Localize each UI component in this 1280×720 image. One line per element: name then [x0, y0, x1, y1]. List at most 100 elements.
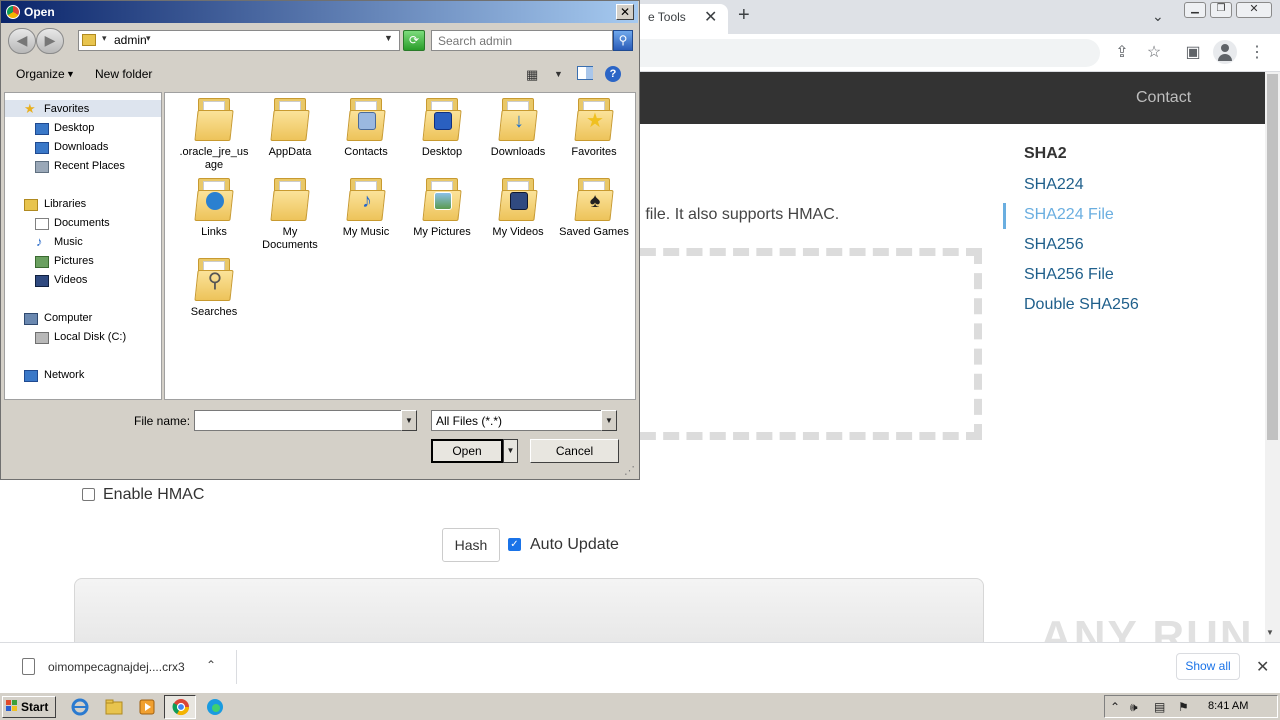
recent-places-icon	[35, 161, 49, 173]
download-file-name[interactable]: oimompecagnajdej....crx3	[48, 660, 185, 674]
file-type-select[interactable]: All Files (*.*)	[431, 410, 603, 431]
file-item[interactable]: .oracle_jre_usage	[178, 96, 250, 172]
sidebar-link-sha256-file[interactable]: SHA256 File	[1024, 266, 1114, 284]
hmac-label[interactable]: Enable HMAC	[103, 486, 204, 504]
scroll-down-arrow-icon[interactable]: ▼	[1266, 628, 1274, 637]
sidebar-link-sha224[interactable]: SHA224	[1024, 176, 1084, 194]
views-icon[interactable]: ▦	[526, 67, 538, 83]
nav-documents[interactable]: Documents	[54, 217, 110, 229]
chevron-down-icon[interactable]: ▼	[554, 69, 563, 79]
new-tab-button[interactable]: +	[738, 4, 750, 27]
browser-menu-icon[interactable]: ⋮	[1245, 42, 1269, 64]
breadcrumb-admin[interactable]: admin	[114, 33, 147, 47]
chevron-down-icon[interactable]: ▼	[401, 410, 417, 431]
chevron-down-icon[interactable]: ▼	[66, 69, 75, 79]
dialog-titlebar[interactable]	[1, 1, 638, 23]
organize-button[interactable]: Organize	[16, 67, 65, 81]
dialog-close-button[interactable]: ✕	[616, 4, 634, 20]
file-item[interactable]: Contacts	[330, 96, 402, 159]
auto-update-checkbox[interactable]: ✓	[508, 538, 521, 551]
file-label: Desktop	[421, 146, 463, 158]
side-panel-icon[interactable]: ▣	[1181, 42, 1205, 64]
taskbar-clock[interactable]: 8:41 AM	[1208, 700, 1248, 712]
action-center-flag-icon[interactable]: ⚑	[1178, 700, 1189, 714]
file-item[interactable]: ↓ Downloads	[482, 96, 554, 159]
network-tray-icon[interactable]: ▤	[1154, 700, 1165, 714]
search-input[interactable]	[431, 30, 613, 51]
ie-icon[interactable]	[70, 697, 90, 717]
nav-music[interactable]: Music	[54, 236, 83, 248]
open-options-arrow-icon[interactable]: ▼	[503, 439, 518, 463]
back-arrow-icon[interactable]: ◀	[8, 28, 36, 54]
window-close-button[interactable]: ✕	[1236, 2, 1272, 18]
nav-pictures[interactable]: Pictures	[54, 255, 94, 267]
file-item[interactable]: Desktop	[406, 96, 478, 159]
tab-close-icon[interactable]: ✕	[704, 7, 717, 27]
file-label: Links	[201, 226, 227, 238]
file-item[interactable]: ♪ My Music	[330, 176, 402, 239]
auto-update-label[interactable]: Auto Update	[530, 536, 619, 554]
share-icon[interactable]: ⇪	[1110, 42, 1134, 64]
bookmark-star-icon[interactable]: ☆	[1142, 42, 1166, 64]
window-restore-button[interactable]: ❐	[1210, 2, 1232, 18]
nav-libraries[interactable]: Libraries	[44, 198, 86, 210]
volume-icon[interactable]: 🕪	[1130, 700, 1138, 715]
file-item[interactable]: My Pictures	[406, 176, 478, 239]
nav-favorites[interactable]: Favorites	[44, 103, 89, 115]
chevron-down-icon[interactable]: ▼	[601, 410, 617, 431]
file-item[interactable]: ♠ Saved Games	[558, 176, 630, 239]
file-item[interactable]: My Videos	[482, 176, 554, 239]
nav-downloads[interactable]: Downloads	[54, 141, 108, 153]
page-description: g file. It also supports HMAC.	[632, 206, 840, 223]
hmac-checkbox[interactable]	[82, 488, 95, 501]
file-item[interactable]: ⚲ Searches	[178, 256, 250, 319]
chevron-up-icon[interactable]: ⌃	[206, 658, 216, 672]
breadcrumb-arrow-icon[interactable]: ▾	[102, 33, 107, 44]
new-folder-button[interactable]: New folder	[95, 67, 152, 81]
nav-computer[interactable]: Computer	[44, 312, 92, 324]
nav-network[interactable]: Network	[44, 369, 84, 381]
resize-grip-icon[interactable]: ⋰	[624, 464, 635, 477]
nav-local-disk[interactable]: Local Disk (C:)	[54, 331, 126, 343]
close-icon[interactable]: ✕	[1256, 657, 1269, 677]
edge-icon[interactable]	[205, 697, 225, 717]
sidebar-link-sha224-file[interactable]: SHA224 File	[1024, 206, 1114, 224]
explorer-folder-icon[interactable]	[104, 697, 124, 717]
tray-expand-icon[interactable]: ⌃	[1110, 700, 1120, 714]
tab-search-icon[interactable]: ⌄	[1152, 8, 1164, 25]
sidebar-heading: SHA2	[1024, 145, 1067, 162]
scrollbar-thumb[interactable]	[1267, 74, 1278, 440]
preview-pane-icon[interactable]	[577, 66, 593, 80]
nav-recent-places[interactable]: Recent Places	[54, 160, 125, 172]
sidebar-link-sha256[interactable]: SHA256	[1024, 236, 1084, 254]
refresh-icon[interactable]: ⟳	[403, 30, 425, 51]
cancel-button[interactable]: Cancel	[530, 439, 619, 463]
window-minimize-button[interactable]: ▁	[1184, 2, 1206, 18]
pictures-folder-icon	[422, 176, 462, 222]
chrome-icon[interactable]	[171, 697, 191, 717]
file-item[interactable]: Links	[178, 176, 250, 239]
help-icon[interactable]: ?	[605, 66, 621, 82]
omnibox[interactable]	[600, 39, 1100, 67]
file-item[interactable]: ★ Favorites	[558, 96, 630, 159]
media-player-icon[interactable]	[137, 697, 157, 717]
nav-desktop[interactable]: Desktop	[54, 122, 94, 134]
nav-videos[interactable]: Videos	[54, 274, 87, 286]
profile-avatar-icon[interactable]	[1213, 40, 1237, 64]
file-item[interactable]: My Documents	[254, 176, 326, 252]
computer-icon	[24, 313, 38, 325]
address-dropdown-icon[interactable]: ▼	[384, 33, 393, 43]
breadcrumb-arrow-icon[interactable]: ▾	[146, 33, 151, 44]
tab-title[interactable]: e Tools	[648, 10, 686, 24]
nav-link-contact[interactable]: Contact	[1136, 89, 1191, 107]
sidebar-link-double-sha256[interactable]: Double SHA256	[1024, 296, 1139, 314]
search-icon[interactable]: ⚲	[613, 30, 633, 51]
hash-button[interactable]: Hash	[442, 528, 500, 562]
games-folder-icon: ♠	[574, 176, 614, 222]
file-name-input[interactable]	[194, 410, 402, 431]
show-all-button[interactable]: Show all	[1176, 653, 1240, 680]
sidebar-active-indicator	[1003, 203, 1006, 229]
forward-arrow-icon[interactable]: ▶	[36, 28, 64, 54]
file-item[interactable]: AppData	[254, 96, 326, 159]
open-button[interactable]: Open	[431, 439, 503, 463]
